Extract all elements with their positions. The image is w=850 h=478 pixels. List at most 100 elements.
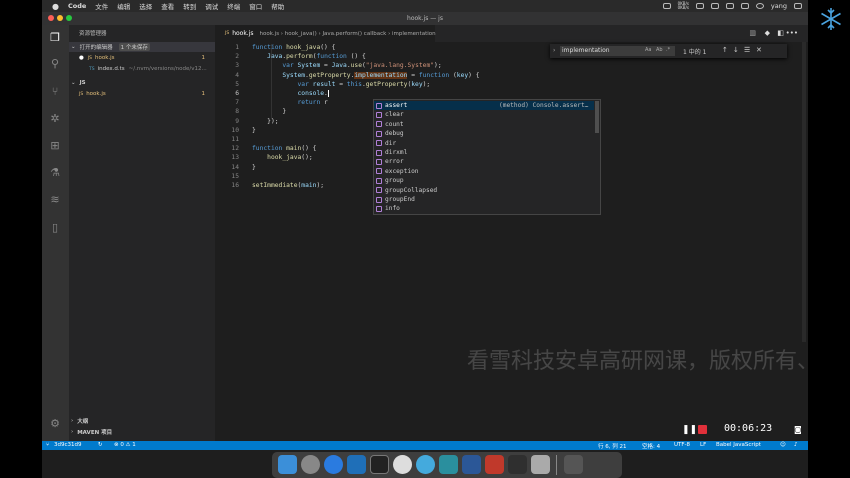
suggest-item[interactable]: error — [374, 157, 594, 166]
suggest-item[interactable]: group — [374, 176, 594, 185]
menu-item-go[interactable]: 转到 — [183, 1, 196, 11]
code-text: var result = this.getProperty(key); — [297, 80, 431, 88]
explorer-icon[interactable]: ❐ — [48, 31, 62, 45]
wifi-icon[interactable] — [710, 3, 719, 9]
open-editor-item[interactable]: ● JS hook.js 1 — [69, 53, 215, 63]
terminal-icon[interactable] — [370, 455, 389, 474]
menu-item-window[interactable]: 窗口 — [249, 1, 262, 11]
test-flask-icon[interactable]: ⚗ — [48, 166, 62, 180]
maven-section[interactable]: › MAVEN 项目 — [69, 427, 215, 437]
folder-file-name: hook.js — [86, 91, 106, 97]
docker-icon[interactable]: ≋ — [48, 193, 62, 207]
suggest-scrollbar[interactable] — [595, 101, 599, 133]
suggest-item[interactable]: groupEnd — [374, 195, 594, 204]
minimize-window-icon[interactable] — [57, 15, 63, 21]
suggest-item[interactable]: groupCollapsed — [374, 186, 594, 195]
notification-icon[interactable] — [794, 3, 802, 9]
settings-gear-icon[interactable]: ⚙ — [48, 417, 62, 431]
menu-item-view[interactable]: 查看 — [161, 1, 174, 11]
menu-item-edit[interactable]: 编辑 — [117, 1, 130, 11]
indentation[interactable]: 空格: 4 — [642, 442, 660, 450]
diamond-icon[interactable]: ◆ — [765, 29, 770, 37]
folder-section[interactable]: ⌄ JS — [69, 78, 215, 88]
user-name[interactable]: yang — [771, 2, 787, 10]
line-number: 5 — [235, 80, 239, 88]
device-icon[interactable]: ▯ — [48, 221, 62, 235]
cursor-position[interactable]: 行 6, 列 21 — [598, 442, 627, 450]
android-studio-icon[interactable] — [508, 455, 527, 474]
battery-icon[interactable] — [725, 3, 734, 9]
breadcrumb-item[interactable]: hook_java() — [285, 31, 317, 37]
menu-item-help[interactable]: 帮助 — [271, 1, 284, 11]
previous-match-icon[interactable]: ↑ — [722, 46, 728, 54]
launchpad-icon[interactable] — [301, 455, 320, 474]
bell-icon[interactable]: ♪ — [794, 442, 798, 448]
regex-toggle[interactable]: .* — [666, 47, 670, 53]
zoom-window-icon[interactable] — [66, 15, 72, 21]
problems-count[interactable]: ⊗ 0 ⚠ 1 — [114, 442, 136, 448]
menu-item-debug[interactable]: 调试 — [205, 1, 218, 11]
debug-icon[interactable]: ✲ — [48, 112, 62, 126]
source-control-icon[interactable]: ⑂ — [48, 85, 62, 99]
feedback-icon[interactable]: ☺ — [780, 442, 786, 448]
close-window-icon[interactable] — [48, 15, 54, 21]
safari-icon[interactable] — [324, 455, 343, 474]
match-case-toggle[interactable]: Aa — [645, 47, 651, 53]
stop-record-icon[interactable] — [698, 425, 707, 434]
outline-section[interactable]: › 大纲 — [69, 416, 215, 426]
more-actions-icon[interactable]: ••• — [786, 29, 798, 37]
find-in-selection-icon[interactable]: ☰ — [744, 46, 750, 54]
film-reel-icon[interactable] — [393, 455, 412, 474]
editor-scrollbar[interactable] — [802, 42, 806, 342]
bluetooth-icon[interactable] — [695, 3, 704, 9]
vscode-icon[interactable] — [347, 455, 366, 474]
menu-item-selection[interactable]: 选择 — [139, 1, 152, 11]
folder-file-item[interactable]: JS hook.js 1 — [69, 89, 215, 99]
chevron-right-icon[interactable]: › — [553, 47, 555, 54]
tab-hook-js[interactable]: JS hook.js hook.js › hook_java() › Java.… — [215, 25, 436, 42]
suggest-detail: (method) Console.assert… — [499, 102, 589, 109]
recorder-app-icon[interactable] — [485, 455, 504, 474]
user-icon[interactable] — [755, 3, 764, 9]
extensions-icon[interactable]: ⊞ — [48, 139, 62, 153]
language-mode[interactable]: Babel JavaScript — [716, 442, 761, 448]
apple-icon[interactable]: ● — [52, 2, 59, 11]
encoding[interactable]: UTF-8 — [674, 442, 690, 448]
sync-icon[interactable]: ↻ — [98, 442, 103, 448]
suggest-item[interactable]: count — [374, 120, 594, 129]
search-icon[interactable]: ⚲ — [48, 57, 62, 71]
menu-item-file[interactable]: 文件 — [95, 1, 108, 11]
suggest-item[interactable]: dir — [374, 139, 594, 148]
breadcrumb-item[interactable]: hook.js — [260, 31, 280, 37]
search-app-icon[interactable] — [439, 455, 458, 474]
suggest-item[interactable]: debug — [374, 129, 594, 138]
next-match-icon[interactable]: ↓ — [733, 46, 739, 54]
split-editor-icon[interactable]: ▥ — [749, 29, 756, 37]
suggest-item[interactable]: info — [374, 204, 594, 213]
trash-icon[interactable] — [564, 455, 583, 474]
open-editor-item[interactable]: TS index.d.ts ~/.nvm/versions/node/v12..… — [69, 64, 215, 74]
breadcrumb-item[interactable]: Java.perform() callback — [322, 31, 386, 37]
breadcrumb-item[interactable]: implementation — [392, 31, 436, 37]
cloud-icon[interactable] — [662, 3, 671, 9]
unsaved-dot-icon[interactable]: ● — [79, 55, 84, 61]
suggest-item[interactable]: assert (method) Console.assert… — [374, 101, 594, 111]
open-editors-section[interactable]: ⌄ 打开的编辑器 1 个未保存 — [69, 42, 215, 52]
finder-icon[interactable] — [278, 455, 297, 474]
layout-icon[interactable]: ◧ — [777, 29, 784, 37]
menu-item-terminal[interactable]: 终端 — [227, 1, 240, 11]
suggest-item[interactable]: exception — [374, 167, 594, 176]
suggest-item[interactable]: clear — [374, 110, 594, 119]
line-ending[interactable]: LF — [700, 442, 706, 448]
menu-item-app[interactable]: Code — [68, 2, 86, 10]
pause-icon[interactable]: ❚❚ — [682, 425, 697, 435]
git-branch[interactable]: 3d9c31d9 — [54, 442, 82, 448]
whole-word-toggle[interactable]: Ab — [656, 47, 663, 53]
suggest-item[interactable]: dirxml — [374, 148, 594, 157]
qq-icon[interactable] — [416, 455, 435, 474]
preview-icon[interactable] — [531, 455, 550, 474]
word-icon[interactable] — [462, 455, 481, 474]
camera-icon[interactable]: ◙ — [794, 425, 802, 434]
search-icon[interactable] — [740, 3, 749, 9]
close-icon[interactable]: ✕ — [756, 46, 762, 54]
